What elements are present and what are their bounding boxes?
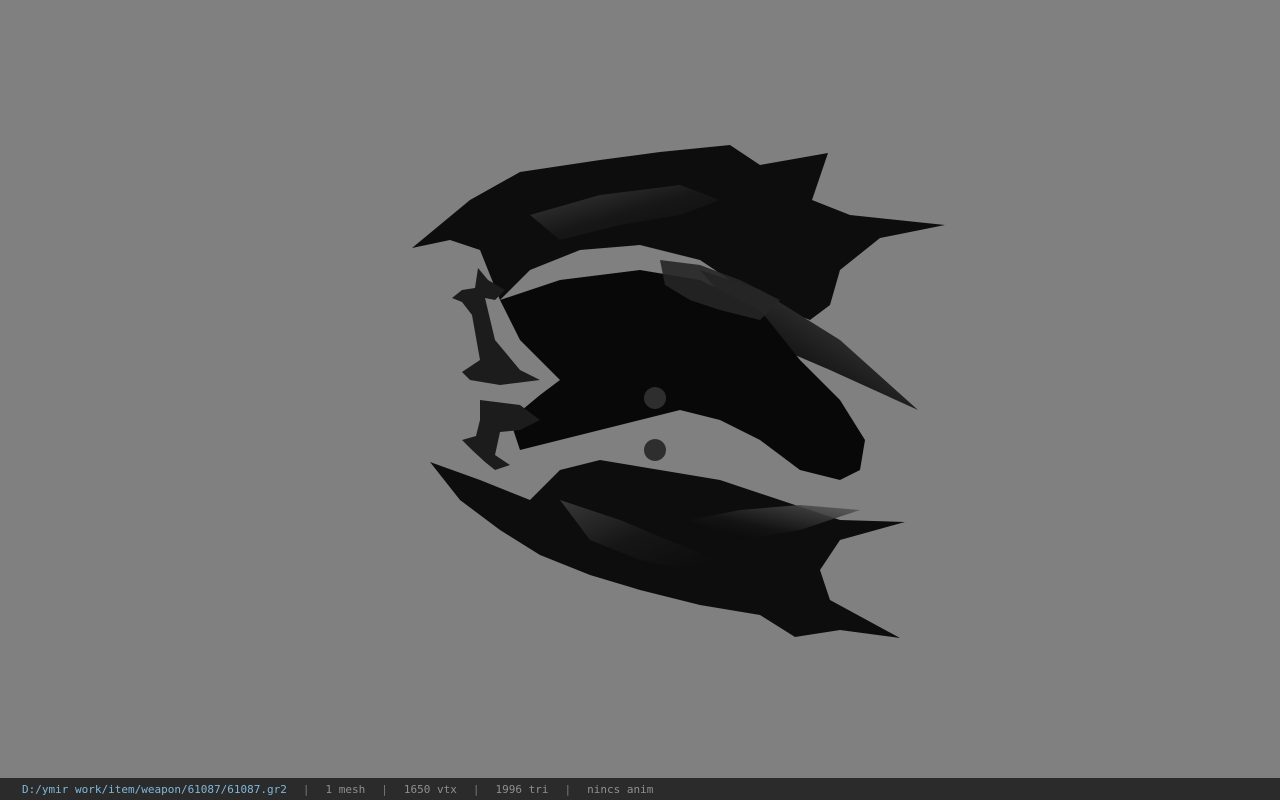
separator: | bbox=[302, 782, 310, 796]
file-path: D:/ymir work/item/weapon/61087/61087.gr2 bbox=[22, 782, 287, 796]
animation-status: nincs anim bbox=[587, 782, 654, 796]
mesh-count: 1 mesh bbox=[325, 782, 366, 796]
gem-upper bbox=[644, 387, 666, 409]
separator: | bbox=[472, 782, 480, 796]
gem-lower bbox=[644, 439, 666, 461]
separator: | bbox=[381, 782, 388, 796]
triangle-count: 1996 tri bbox=[495, 782, 549, 796]
model-viewport[interactable] bbox=[0, 0, 1280, 778]
vertex-count: 1650 vtx bbox=[403, 782, 457, 796]
status-bar: D:/ymir work/item/weapon/61087/61087.gr2… bbox=[0, 778, 1280, 800]
separator: | bbox=[564, 782, 572, 796]
weapon-model[interactable] bbox=[0, 0, 1280, 778]
